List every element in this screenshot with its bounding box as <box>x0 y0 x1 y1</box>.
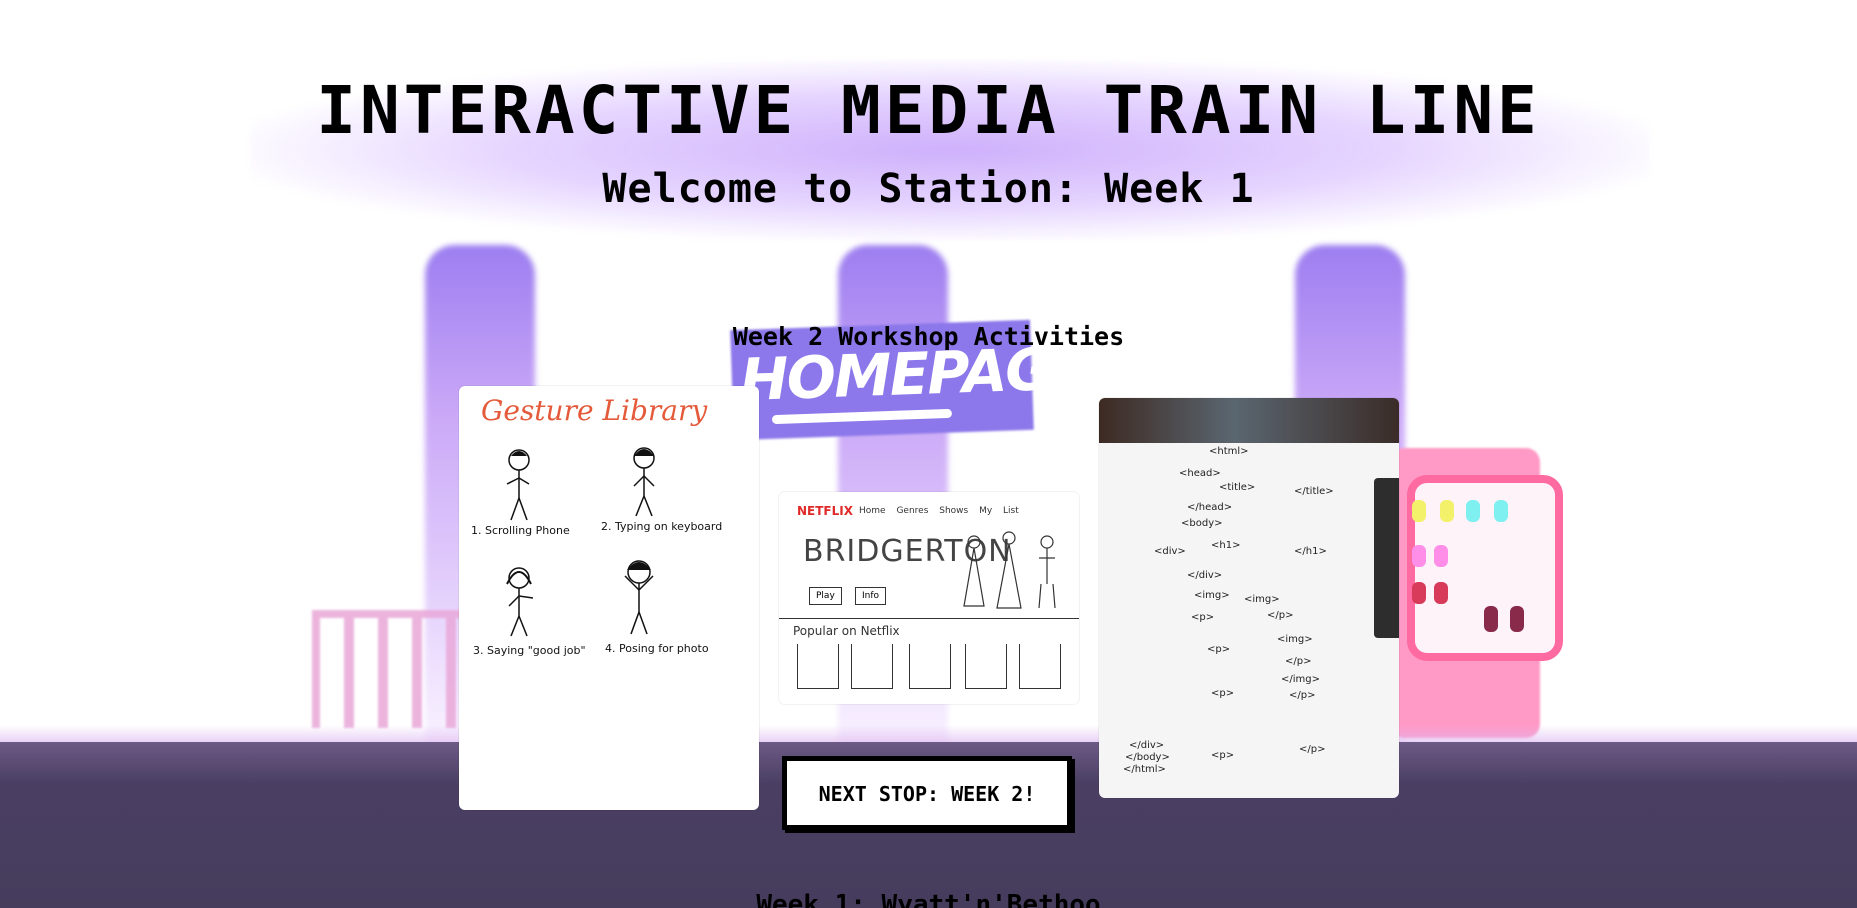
stick-figure-icon <box>506 449 530 521</box>
netflix-nav: Home Genres Shows My List <box>859 506 1019 516</box>
page-subtitle: Welcome to Station: Week 1 <box>602 166 1255 212</box>
stick-figure-icon <box>624 560 654 635</box>
netflix-tile <box>909 644 951 689</box>
stick-figure-icon <box>633 447 655 517</box>
vending-light-icon <box>1412 500 1426 522</box>
html-tag-label: </p> <box>1285 656 1312 667</box>
html-tag-label: </div> <box>1187 570 1223 581</box>
html-tag-label: </p> <box>1299 744 1326 755</box>
html-tag-label: <img> <box>1194 590 1230 601</box>
laptop-edge <box>1374 478 1399 638</box>
html-tag-label: </img> <box>1281 674 1320 685</box>
vending-light-icon <box>1484 606 1498 632</box>
netflix-tile <box>851 644 893 689</box>
gesture-caption: 3. Saying "good job" <box>473 644 586 657</box>
html-tag-label: </title> <box>1294 486 1334 497</box>
html-tag-label: </p> <box>1289 690 1316 701</box>
html-tag-label: <h1> <box>1211 540 1241 551</box>
netflix-tile <box>965 644 1007 689</box>
vending-machine-screen <box>1407 475 1563 661</box>
characters-sketch-icon <box>963 531 1056 609</box>
html-tag-label: </div> <box>1129 740 1165 751</box>
html-tag-label: <div> <box>1154 546 1186 557</box>
page: HOMEPAGE INTERACTIVE MEDIA TRAIN LINE We… <box>0 0 1857 908</box>
netflix-popular-label: Popular on Netflix <box>793 624 900 638</box>
gesture-library-title: Gesture Library <box>481 394 708 427</box>
vending-light-icon <box>1440 500 1454 522</box>
photo-background <box>1099 398 1399 443</box>
vending-light-icon <box>1412 545 1426 567</box>
html-tag-label: <head> <box>1179 468 1221 479</box>
netflix-tile <box>1019 644 1061 689</box>
netflix-play-button: Play <box>809 587 842 605</box>
html-paper-prototype-image[interactable]: <html> <head> <title> </title> </head> <… <box>1099 398 1399 798</box>
html-tag-label: <img> <box>1277 634 1313 645</box>
netflix-homepage-sketch-image[interactable]: NETFLIX Home Genres Shows My List BRIDGE… <box>779 492 1079 704</box>
gesture-library-image[interactable]: Gesture Library 1. Scrolling Phone 2. Ty… <box>459 386 759 810</box>
next-stop-button[interactable]: NEXT STOP: WEEK 2! <box>782 756 1072 830</box>
html-tag-label: <p> <box>1191 612 1215 623</box>
gesture-caption: 1. Scrolling Phone <box>471 524 570 537</box>
html-tag-label: <html> <box>1209 446 1249 457</box>
html-tag-label: <img> <box>1244 594 1280 605</box>
section-heading: Week 2 Workshop Activities <box>732 322 1125 351</box>
divider-line <box>779 618 1079 619</box>
vending-light-icon <box>1494 500 1508 522</box>
stick-figure-icon <box>506 567 534 637</box>
gesture-caption: 4. Posing for photo <box>605 642 709 655</box>
vending-light-icon <box>1466 500 1480 522</box>
html-tag-label: </h1> <box>1294 546 1327 557</box>
vending-light-icon <box>1434 545 1448 567</box>
html-tag-label: </html> <box>1123 764 1166 775</box>
next-section-heading: Week 1: Wyatt'n'Bethoo <box>756 890 1101 908</box>
netflix-logo: NETFLIX <box>797 504 853 518</box>
netflix-tile <box>797 644 839 689</box>
html-tag-label: <body> <box>1181 518 1223 529</box>
gesture-caption: 2. Typing on keyboard <box>601 520 723 533</box>
html-tag-label: </head> <box>1187 502 1233 513</box>
netflix-info-button: Info <box>855 587 887 605</box>
html-tag-label: <p> <box>1211 750 1235 761</box>
vending-light-icon <box>1434 582 1448 604</box>
html-tag-label: </p> <box>1267 610 1294 621</box>
html-tag-label: <p> <box>1211 688 1235 699</box>
html-tag-label: <p> <box>1207 644 1231 655</box>
vending-light-icon <box>1412 582 1426 604</box>
html-tag-label: <title> <box>1219 482 1256 493</box>
vending-light-icon <box>1510 606 1524 632</box>
page-title: INTERACTIVE MEDIA TRAIN LINE <box>316 72 1541 149</box>
html-tag-label: </body> <box>1125 752 1170 763</box>
